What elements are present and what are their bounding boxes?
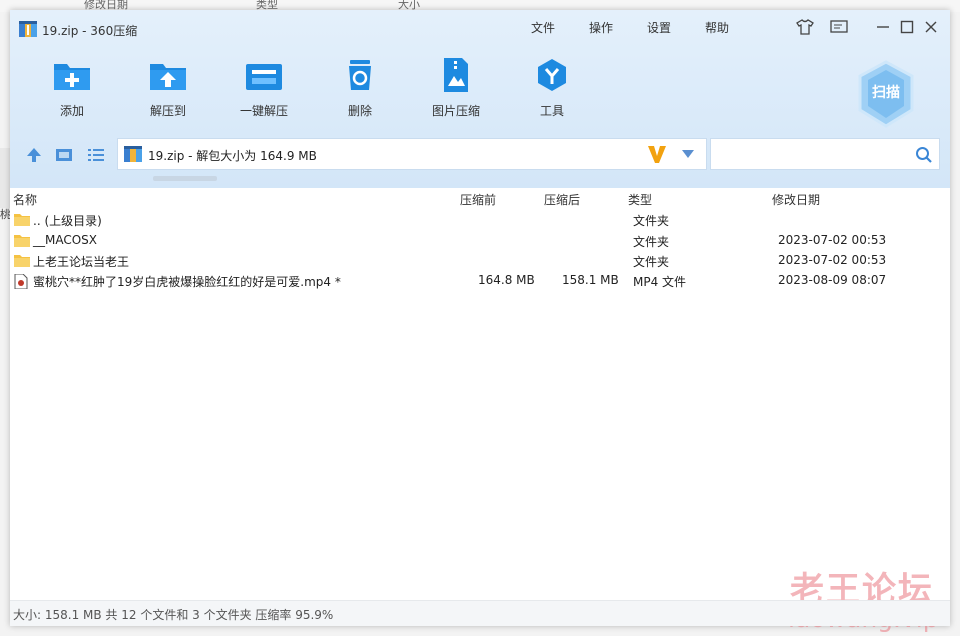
file-row[interactable]: .. (上级目录) 文件夹 <box>10 210 950 230</box>
search-icon[interactable] <box>915 146 933 164</box>
file-type: MP4 文件 <box>633 275 687 289</box>
up-arrow-icon[interactable] <box>24 145 44 165</box>
file-row[interactable]: 上老王论坛当老王 文件夹 2023-07-02 00:53 <box>10 251 950 271</box>
folder-icon <box>14 214 30 226</box>
file-type: 文件夹 <box>633 235 670 249</box>
one-click-extract-label: 一键解压 <box>239 104 288 118</box>
file-name: .. (上级目录) <box>33 214 102 228</box>
video-file-icon <box>14 274 28 289</box>
app-window: 19.zip - 360压缩 文件 操作 设置 帮助 添加 解压到 一键解压 删… <box>10 10 950 633</box>
delete-icon <box>349 60 371 90</box>
minimize-icon[interactable] <box>872 17 894 37</box>
file-type: 文件夹 <box>633 214 670 228</box>
column-name[interactable]: 名称 <box>13 191 37 208</box>
file-modified: 2023-07-02 00:53 <box>778 233 887 247</box>
menu-operation[interactable]: 操作 <box>589 19 613 36</box>
column-type[interactable]: 类型 <box>628 191 652 208</box>
status-bar: 大小: 158.1 MB 共 12 个文件和 3 个文件夹 压缩率 95.9% <box>10 600 950 626</box>
menu-settings[interactable]: 设置 <box>647 19 671 36</box>
menu-file[interactable]: 文件 <box>531 19 555 36</box>
file-list-header: 名称 压缩前 压缩后 类型 修改日期 <box>10 188 950 210</box>
file-size-after: 158.1 MB <box>562 273 619 287</box>
column-after[interactable]: 压缩后 <box>544 191 580 208</box>
add-icon <box>54 64 90 90</box>
file-row[interactable]: 蜜桃穴**红肿了19岁白虎被爆操脸红红的好是可爱.mp4 * 164.8 MB … <box>10 271 950 291</box>
zip-app-icon <box>19 21 37 37</box>
v-logo-icon[interactable] <box>646 143 668 165</box>
horizontal-scroll-thumb[interactable] <box>153 176 217 181</box>
maximize-icon[interactable] <box>896 17 918 37</box>
window-title: 19.zip - 360压缩 <box>42 24 138 38</box>
file-name: 蜜桃穴**红肿了19岁白虎被爆操脸红红的好是可爱.mp4 * <box>33 275 341 289</box>
thumbnail-view-icon[interactable] <box>54 145 74 165</box>
extract-to-icon <box>150 64 186 90</box>
column-before[interactable]: 压缩前 <box>460 191 496 208</box>
add-label: 添加 <box>59 104 84 118</box>
file-name: 上老王论坛当老王 <box>33 255 130 269</box>
file-size-before: 164.8 MB <box>478 273 535 287</box>
extract-to-button[interactable]: 解压到 <box>128 58 208 124</box>
file-modified: 2023-08-09 08:07 <box>778 273 887 287</box>
file-modified: 2023-07-02 00:53 <box>778 253 887 267</box>
search-box[interactable] <box>710 138 940 170</box>
zip-file-icon <box>124 146 142 162</box>
close-icon[interactable] <box>920 17 942 37</box>
list-view-icon[interactable] <box>86 145 106 165</box>
file-name: __MACOSX <box>33 233 98 247</box>
folder-icon <box>14 235 30 247</box>
file-row[interactable]: __MACOSX 文件夹 2023-07-02 00:53 <box>10 231 950 251</box>
file-type: 文件夹 <box>633 255 670 269</box>
tools-label: 工具 <box>539 104 564 118</box>
column-modified[interactable]: 修改日期 <box>772 191 820 208</box>
one-click-extract-button[interactable]: 一键解压 <box>224 58 304 124</box>
delete-button[interactable]: 删除 <box>320 58 400 124</box>
image-compress-button[interactable]: 图片压缩 <box>416 58 496 124</box>
scan-button[interactable]: 扫描 <box>856 60 916 128</box>
image-compress-icon <box>444 58 468 92</box>
title-toolbar-area: 19.zip - 360压缩 文件 操作 设置 帮助 添加 解压到 一键解压 删… <box>10 10 950 188</box>
image-compress-label: 图片压缩 <box>431 104 480 118</box>
tools-button[interactable]: 工具 <box>512 58 592 124</box>
skin-icon[interactable] <box>794 17 816 37</box>
address-path: 19.zip - 解包大小为 164.9 MB <box>148 149 317 163</box>
menu-help[interactable]: 帮助 <box>705 19 729 36</box>
feedback-icon[interactable] <box>828 17 850 37</box>
extract-to-label: 解压到 <box>149 104 186 118</box>
address-bar[interactable]: 19.zip - 解包大小为 164.9 MB <box>117 138 707 170</box>
scan-label: 扫描 <box>872 85 900 101</box>
folder-icon <box>14 255 30 267</box>
status-text: 大小: 158.1 MB 共 12 个文件和 3 个文件夹 压缩率 95.9% <box>13 608 334 622</box>
search-input[interactable] <box>717 144 907 164</box>
chevron-down-icon[interactable] <box>682 150 694 158</box>
one-click-extract-icon <box>246 64 282 90</box>
tools-icon <box>538 59 566 91</box>
delete-label: 删除 <box>347 104 372 118</box>
add-button[interactable]: 添加 <box>32 58 112 124</box>
